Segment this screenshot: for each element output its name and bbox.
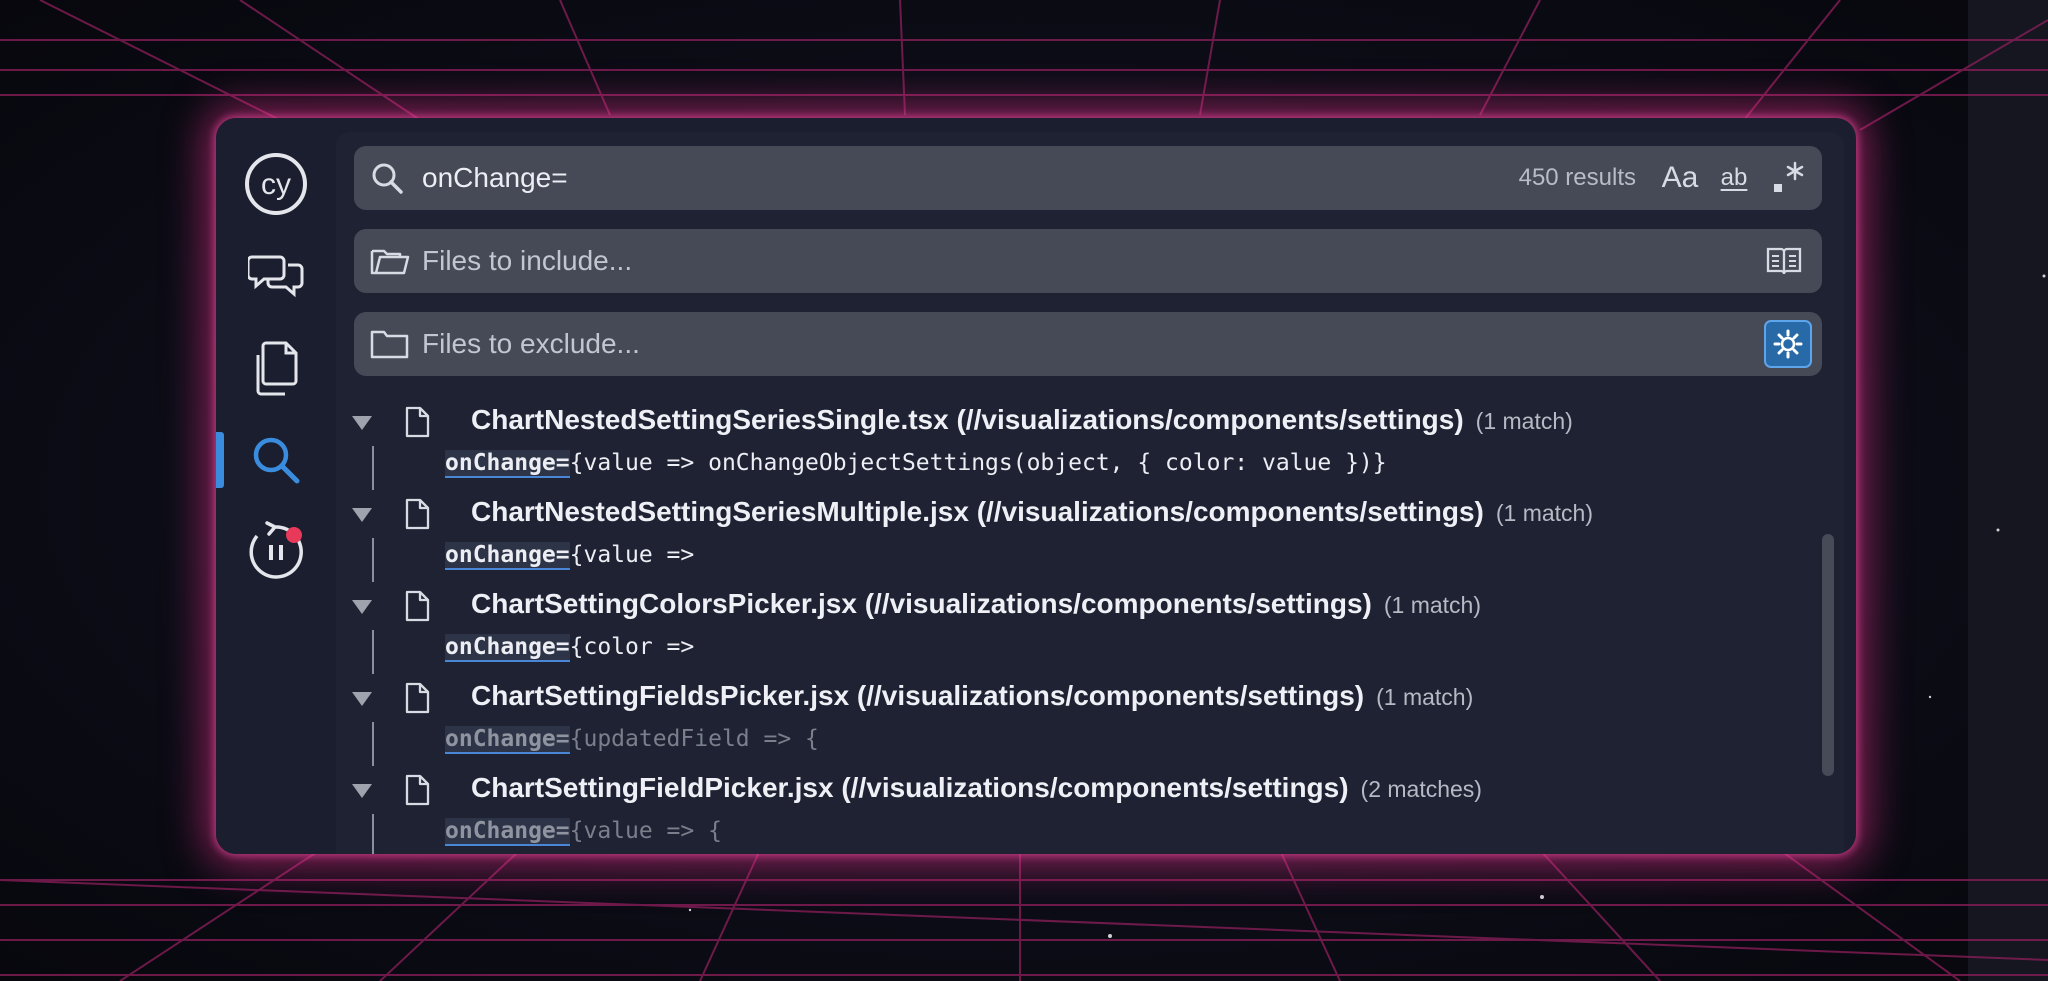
- results-list: ChartNestedSettingSeriesSingle.tsx (//vi…: [336, 400, 1844, 854]
- tree-guide: [372, 538, 374, 582]
- pause-history-icon[interactable]: [240, 516, 312, 588]
- match-count: (1 match): [1383, 592, 1482, 618]
- result-file-name: ChartSettingFieldPicker.jsx (//visualiza…: [471, 772, 1482, 803]
- result-file-row[interactable]: ChartSettingFieldPicker.jsx (//visualiza…: [336, 768, 1816, 812]
- match-line[interactable]: onChange={value =>: [445, 542, 694, 570]
- search-bar: onChange= 450 results Aa ab: [354, 146, 1822, 210]
- include-field: Files to include...: [354, 229, 1822, 293]
- result-file-row[interactable]: ChartSettingFieldsPicker.jsx (//visualiz…: [336, 676, 1816, 720]
- result-file-row[interactable]: ChartNestedSettingSeriesMultiple.jsx (//…: [336, 492, 1816, 536]
- match-line[interactable]: onChange={value => {: [445, 818, 722, 846]
- active-indicator: [216, 432, 224, 488]
- file-icon: [404, 682, 430, 719]
- folder-icon: [370, 328, 414, 360]
- file-icon: [404, 590, 430, 627]
- search-input[interactable]: onChange=: [422, 162, 1519, 194]
- collapse-caret-icon[interactable]: [352, 600, 372, 614]
- result-file-name: ChartSettingColorsPicker.jsx (//visualiz…: [471, 588, 1482, 619]
- search-panel: onChange= 450 results Aa ab Files to inc…: [336, 132, 1844, 854]
- collapse-caret-icon[interactable]: [352, 416, 372, 430]
- match-line[interactable]: onChange={color =>: [445, 634, 694, 662]
- match-line[interactable]: onChange={value => onChangeObjectSetting…: [445, 450, 1387, 478]
- app-window: cy onChange= 450 results Aa ab Files to …: [216, 118, 1856, 854]
- file-icon: [404, 774, 430, 811]
- open-editors-button[interactable]: [1764, 241, 1804, 281]
- result-file-row[interactable]: ChartSettingColorsPicker.jsx (//visualiz…: [336, 584, 1816, 628]
- tree-guide: [372, 446, 374, 490]
- exclude-field: Files to exclude...: [354, 312, 1822, 376]
- files-exclude-input[interactable]: Files to exclude...: [422, 328, 1764, 360]
- result-file-name: ChartSettingFieldsPicker.jsx (//visualiz…: [471, 680, 1474, 711]
- use-exclude-settings-button[interactable]: [1764, 320, 1812, 368]
- result-file-name: ChartNestedSettingSeriesMultiple.jsx (//…: [471, 496, 1594, 527]
- tree-guide: [372, 722, 374, 766]
- files-icon[interactable]: [240, 332, 312, 404]
- match-whole-word-button[interactable]: ab: [1714, 158, 1754, 198]
- sidebar: cy: [216, 118, 336, 854]
- search-icon: [370, 161, 414, 195]
- regex-icon: [1774, 161, 1804, 192]
- regex-button[interactable]: [1768, 158, 1808, 198]
- match-count: (1 match): [1475, 408, 1573, 434]
- gear-icon: [1773, 329, 1803, 359]
- collapse-caret-icon[interactable]: [352, 784, 372, 798]
- file-icon: [404, 498, 430, 535]
- book-icon: [1766, 247, 1802, 275]
- match-line[interactable]: onChange={updatedField => {: [445, 726, 819, 754]
- tree-guide: [372, 630, 374, 674]
- collapse-caret-icon[interactable]: [352, 508, 372, 522]
- tree-guide: [372, 814, 374, 854]
- result-file-name: ChartNestedSettingSeriesSingle.tsx (//vi…: [471, 404, 1573, 435]
- open-folder-icon: [370, 245, 414, 277]
- result-file-row[interactable]: ChartNestedSettingSeriesSingle.tsx (//vi…: [336, 400, 1816, 444]
- collapse-caret-icon[interactable]: [352, 692, 372, 706]
- result-count: 450 results: [1518, 164, 1636, 191]
- match-count: (1 match): [1376, 684, 1474, 710]
- chat-icon[interactable]: [240, 240, 312, 312]
- files-include-input[interactable]: Files to include...: [422, 245, 1764, 277]
- file-icon: [404, 406, 430, 443]
- svg-text:cy: cy: [261, 168, 291, 201]
- match-count: (2 matches): [1360, 776, 1482, 802]
- cypress-logo-icon[interactable]: cy: [240, 148, 312, 220]
- results-scrollbar[interactable]: [1822, 534, 1834, 776]
- notification-badge: [286, 527, 302, 543]
- match-case-button[interactable]: Aa: [1660, 158, 1700, 198]
- match-count: (1 match): [1495, 500, 1594, 526]
- search-icon[interactable]: [240, 424, 312, 496]
